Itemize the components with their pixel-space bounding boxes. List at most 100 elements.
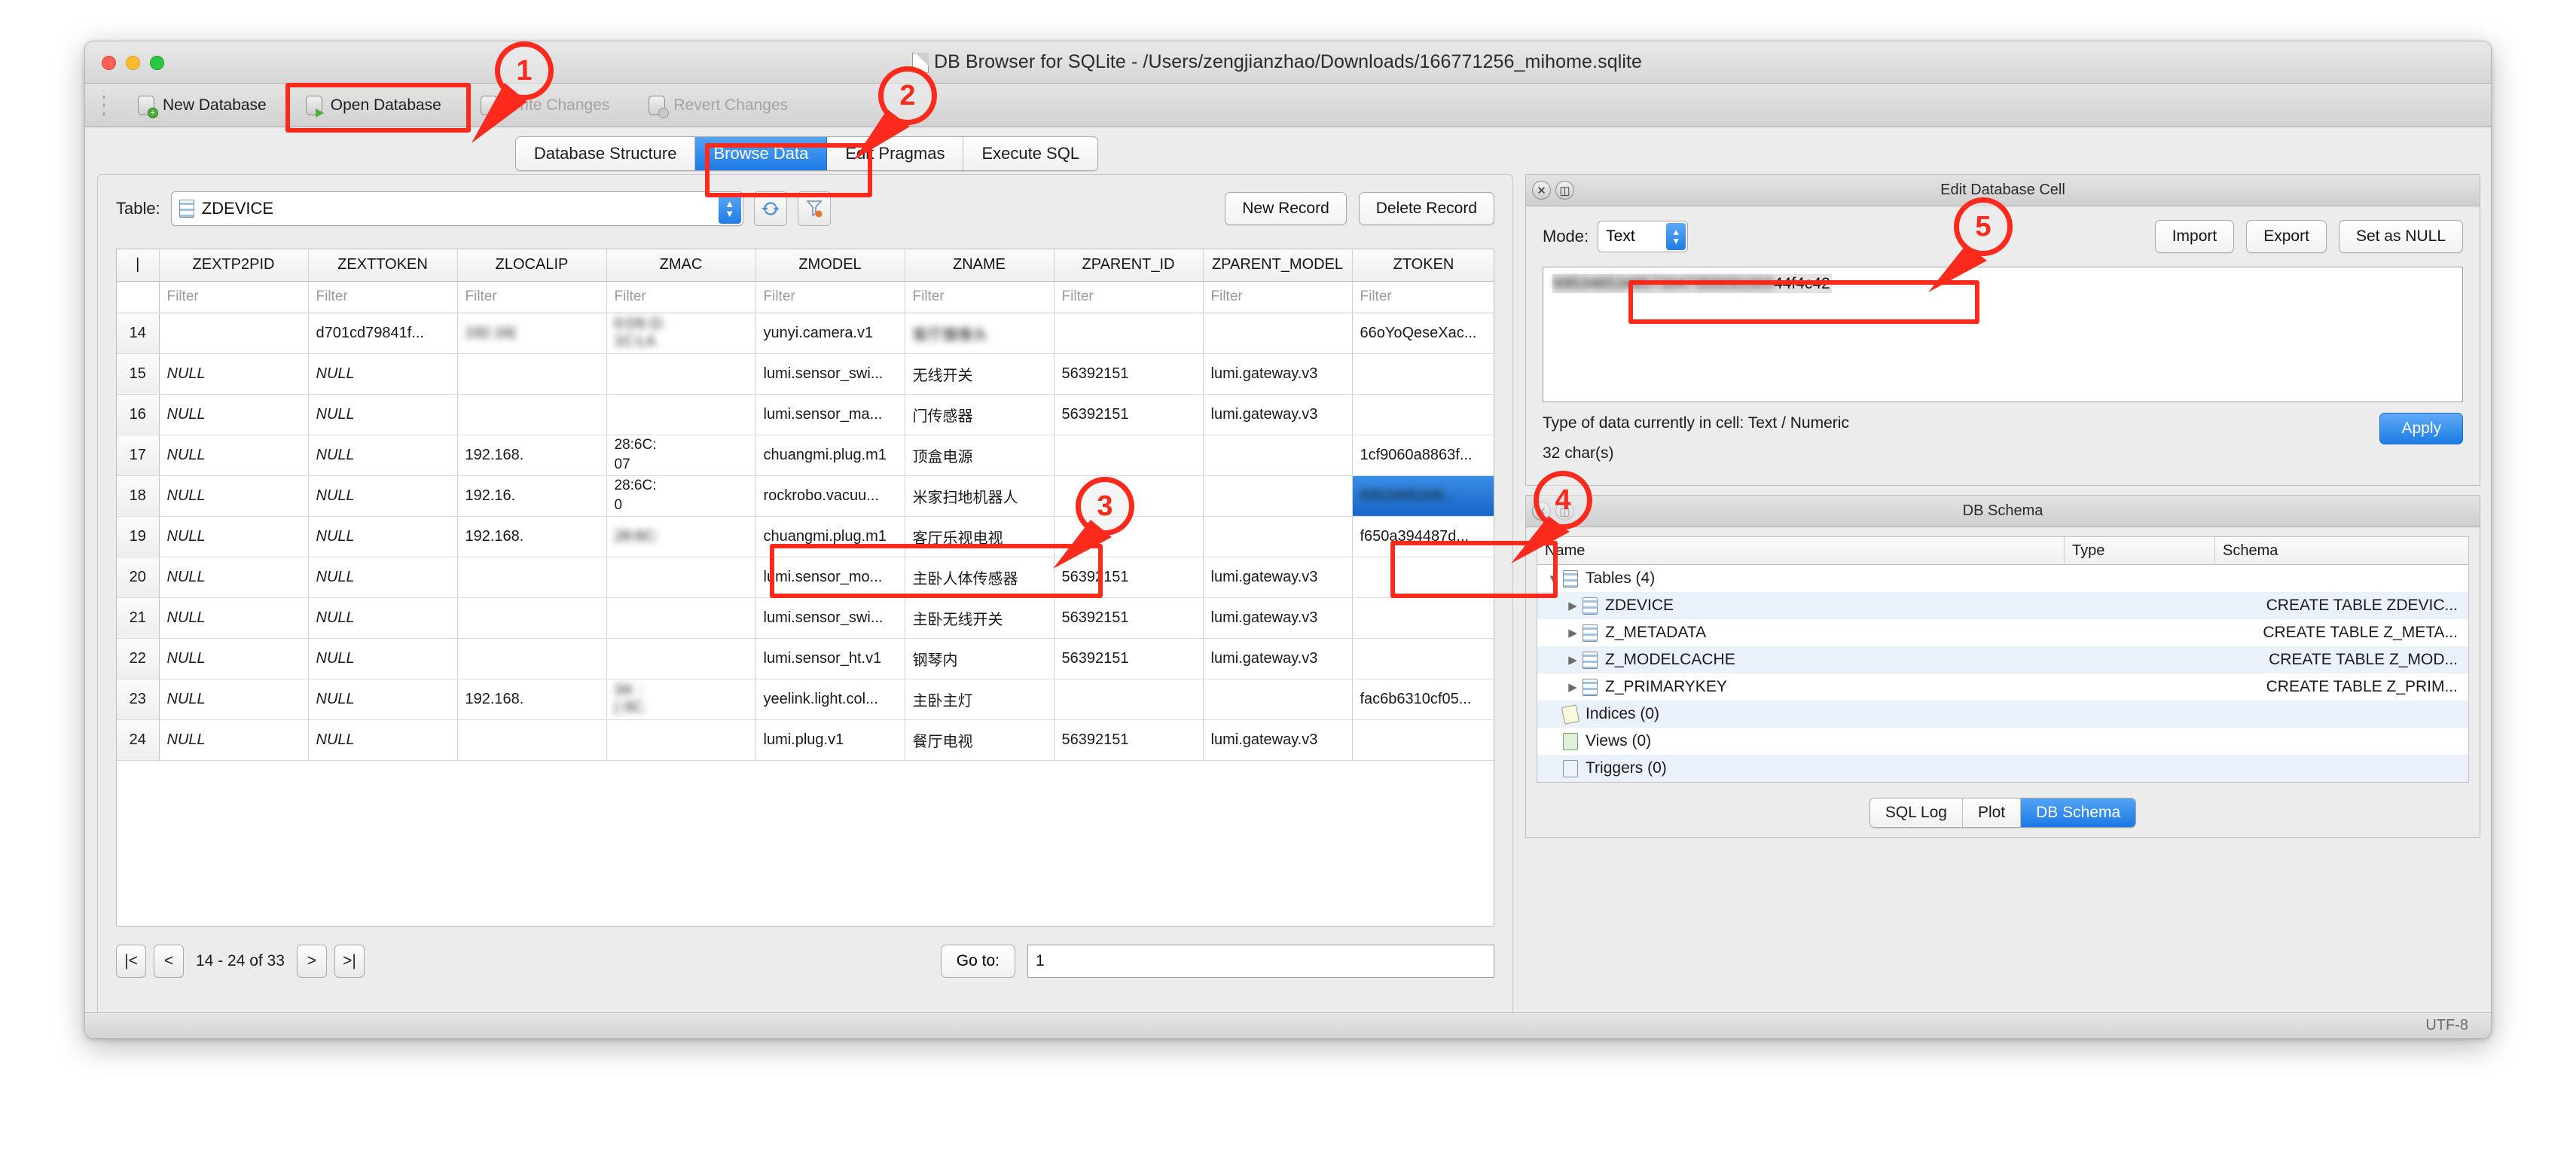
filter-input-zlocalip[interactable]: Filter (457, 281, 607, 313)
cell-zmodel[interactable]: lumi.plug.v1 (755, 719, 905, 761)
goto-button[interactable]: Go to: (940, 945, 1015, 978)
table-row[interactable]: 18 NULL NULL 192.16. 28:6C: 0 rockrobo.vacuu..… (117, 475, 1494, 517)
write-changes-button[interactable]: Write Changes (461, 84, 630, 127)
cell-zlocalip[interactable] (457, 719, 607, 761)
cell-zparent_model[interactable]: lumi.gateway.v3 (1203, 719, 1353, 761)
clear-filters-button[interactable] (797, 191, 831, 226)
tab-browse-data[interactable]: Browse Data (695, 137, 828, 170)
main-tabs[interactable]: Database Structure Browse Data Edit Pragma… (514, 136, 1099, 171)
row-number[interactable]: 24 (117, 719, 160, 761)
cell-zparent_id[interactable] (1054, 679, 1204, 720)
cell-zextp2pid[interactable] (159, 313, 309, 354)
export-button[interactable]: Export (2246, 220, 2327, 253)
column-header-zmac[interactable]: ZMAC (606, 249, 756, 282)
cell-zextp2pid[interactable]: NULL (159, 435, 309, 476)
cell-zmodel[interactable]: lumi.sensor_swi... (755, 353, 905, 395)
cell-zmodel[interactable]: lumi.sensor_mo... (755, 557, 905, 598)
cell-zmac[interactable] (606, 638, 756, 679)
filter-input-zextp2pid[interactable]: Filter (159, 281, 309, 313)
cell-zname[interactable]: 门传感器 (905, 394, 1055, 435)
cell-zexttoken[interactable]: NULL (308, 435, 458, 476)
filter-input-zname[interactable]: Filter (905, 281, 1055, 313)
cell-zextp2pid[interactable]: NULL (159, 557, 309, 598)
dock-tabs-group[interactable]: SQL Log Plot DB Schema (1869, 798, 2137, 828)
dock-tab-plot[interactable]: Plot (1962, 798, 2022, 827)
row-number[interactable]: 19 (117, 516, 160, 557)
cell-zparent_id[interactable]: 56392151 (1054, 394, 1204, 435)
cell-zparent_model[interactable]: lumi.gateway.v3 (1203, 557, 1353, 598)
close-window-button[interactable] (102, 56, 116, 70)
cell-zmodel[interactable]: lumi.sensor_ht.v1 (755, 638, 905, 679)
cell-zmac[interactable]: 34: :( 0C. (606, 679, 756, 720)
cell-zextp2pid[interactable]: NULL (159, 638, 309, 679)
chevron-right-icon[interactable]: ▶ (1563, 599, 1583, 612)
cell-zmac[interactable] (606, 353, 756, 395)
next-page-button[interactable]: > (296, 945, 327, 978)
cell-zmac[interactable] (606, 719, 756, 761)
cell-zlocalip[interactable] (457, 353, 607, 395)
cell-ztoken[interactable]: fac6b6310cf05... (1352, 679, 1494, 720)
table-select[interactable]: ZDEVICE ▲ ▼ (170, 191, 743, 226)
filter-input-zexttoken[interactable]: Filter (308, 281, 458, 313)
schema-row-indices-0[interactable]: Indices (0) (1537, 701, 2468, 728)
cell-zlocalip[interactable] (457, 597, 607, 639)
cell-zparent_id[interactable] (1054, 435, 1204, 476)
cell-zexttoken[interactable]: NULL (308, 597, 458, 639)
cell-zextp2pid[interactable]: NULL (159, 475, 309, 517)
row-number[interactable]: 22 (117, 638, 160, 679)
cell-ztoken[interactable] (1352, 638, 1494, 679)
cell-zmac[interactable] (606, 557, 756, 598)
cell-zname[interactable]: 客厅乐视电视 (905, 516, 1055, 557)
schema-row-z-modelcache[interactable]: ▶ Z_MODELCACHE CREATE TABLE Z_MOD... (1537, 646, 2468, 673)
cell-ztoken[interactable]: 66oYoQeseXac... (1352, 313, 1494, 354)
new-database-button[interactable]: + New Database (118, 84, 286, 127)
schema-row-tables-4[interactable]: ▼ Tables (4) (1537, 565, 2468, 592)
cell-zparent_model[interactable]: lumi.gateway.v3 (1203, 638, 1353, 679)
close-panel-icon[interactable]: ✕ (1532, 502, 1551, 521)
tab-edit-pragmas[interactable]: Edit Pragmas (827, 137, 964, 170)
cell-zexttoken[interactable]: NULL (308, 557, 458, 598)
cell-zexttoken[interactable]: NULL (308, 516, 458, 557)
cell-zmac[interactable] (606, 597, 756, 639)
chevron-right-icon[interactable]: ▶ (1563, 626, 1583, 640)
cell-zmodel[interactable]: chuangmi.plug.m1 (755, 435, 905, 476)
delete-record-button[interactable]: Delete Record (1358, 192, 1494, 225)
cell-zmac[interactable]: 0:D5 D: 1C:L4. (606, 313, 756, 354)
filter-input-zmodel[interactable]: Filter (755, 281, 905, 313)
cell-zparent_model[interactable] (1203, 435, 1353, 476)
schema-row-z-primarykey[interactable]: ▶ Z_PRIMARYKEY CREATE TABLE Z_PRIM... (1537, 673, 2468, 701)
cell-zparent_model[interactable] (1203, 516, 1353, 557)
cell-zlocalip[interactable]: 192.168. (457, 516, 607, 557)
cell-zmodel[interactable]: lumi.sensor_ma... (755, 394, 905, 435)
row-number[interactable]: 21 (117, 597, 160, 639)
cell-zname[interactable]: 主卧人体传感器 (905, 557, 1055, 598)
cell-zexttoken[interactable]: NULL (308, 353, 458, 395)
cell-ztoken[interactable] (1352, 557, 1494, 598)
cell-zextp2pid[interactable]: NULL (159, 679, 309, 720)
schema-tree-header[interactable]: Name Type Schema (1537, 536, 2469, 565)
cell-value-editor[interactable]: 695346534857304735509100344f4c42 (1543, 267, 2463, 402)
float-panel-icon[interactable]: ◫ (1555, 181, 1574, 200)
row-number[interactable]: 23 (117, 679, 160, 720)
cell-zname[interactable]: 客厅摄像头 (905, 313, 1055, 354)
close-panel-icon[interactable]: ✕ (1532, 181, 1551, 200)
minimize-window-button[interactable] (126, 56, 140, 70)
cell-zmodel[interactable]: yeelink.light.col... (755, 679, 905, 720)
data-grid[interactable]: | ZEXTP2PID ZEXTTOKEN ZLOCALIP ZMAC ZMODEL ZNA… (116, 249, 1494, 927)
row-number[interactable]: 17 (117, 435, 160, 476)
cell-zname[interactable]: 米家扫地机器人 (905, 475, 1055, 517)
db-schema-header-buttons[interactable]: ✕ ◫ (1532, 502, 1574, 521)
column-header-zmodel[interactable]: ZMODEL (755, 249, 905, 282)
cell-zextp2pid[interactable]: NULL (159, 719, 309, 761)
cell-zlocalip[interactable] (457, 394, 607, 435)
cell-zparent_id[interactable] (1054, 313, 1204, 354)
cell-zmac[interactable]: 28:6C: (606, 516, 756, 557)
cell-zname[interactable]: 钢琴内 (905, 638, 1055, 679)
cell-zextp2pid[interactable]: NULL (159, 394, 309, 435)
tab-execute-sql[interactable]: Execute SQL (963, 137, 1098, 170)
open-database-button[interactable]: Open Database (286, 84, 461, 127)
goto-input[interactable]: 1 (1027, 945, 1494, 978)
table-row[interactable]: 15 NULL NULL lumi.sensor_swi... 无线开关 56392151… (117, 353, 1494, 395)
cell-zexttoken[interactable]: d701cd79841f... (308, 313, 458, 354)
new-record-button[interactable]: New Record (1225, 192, 1347, 225)
